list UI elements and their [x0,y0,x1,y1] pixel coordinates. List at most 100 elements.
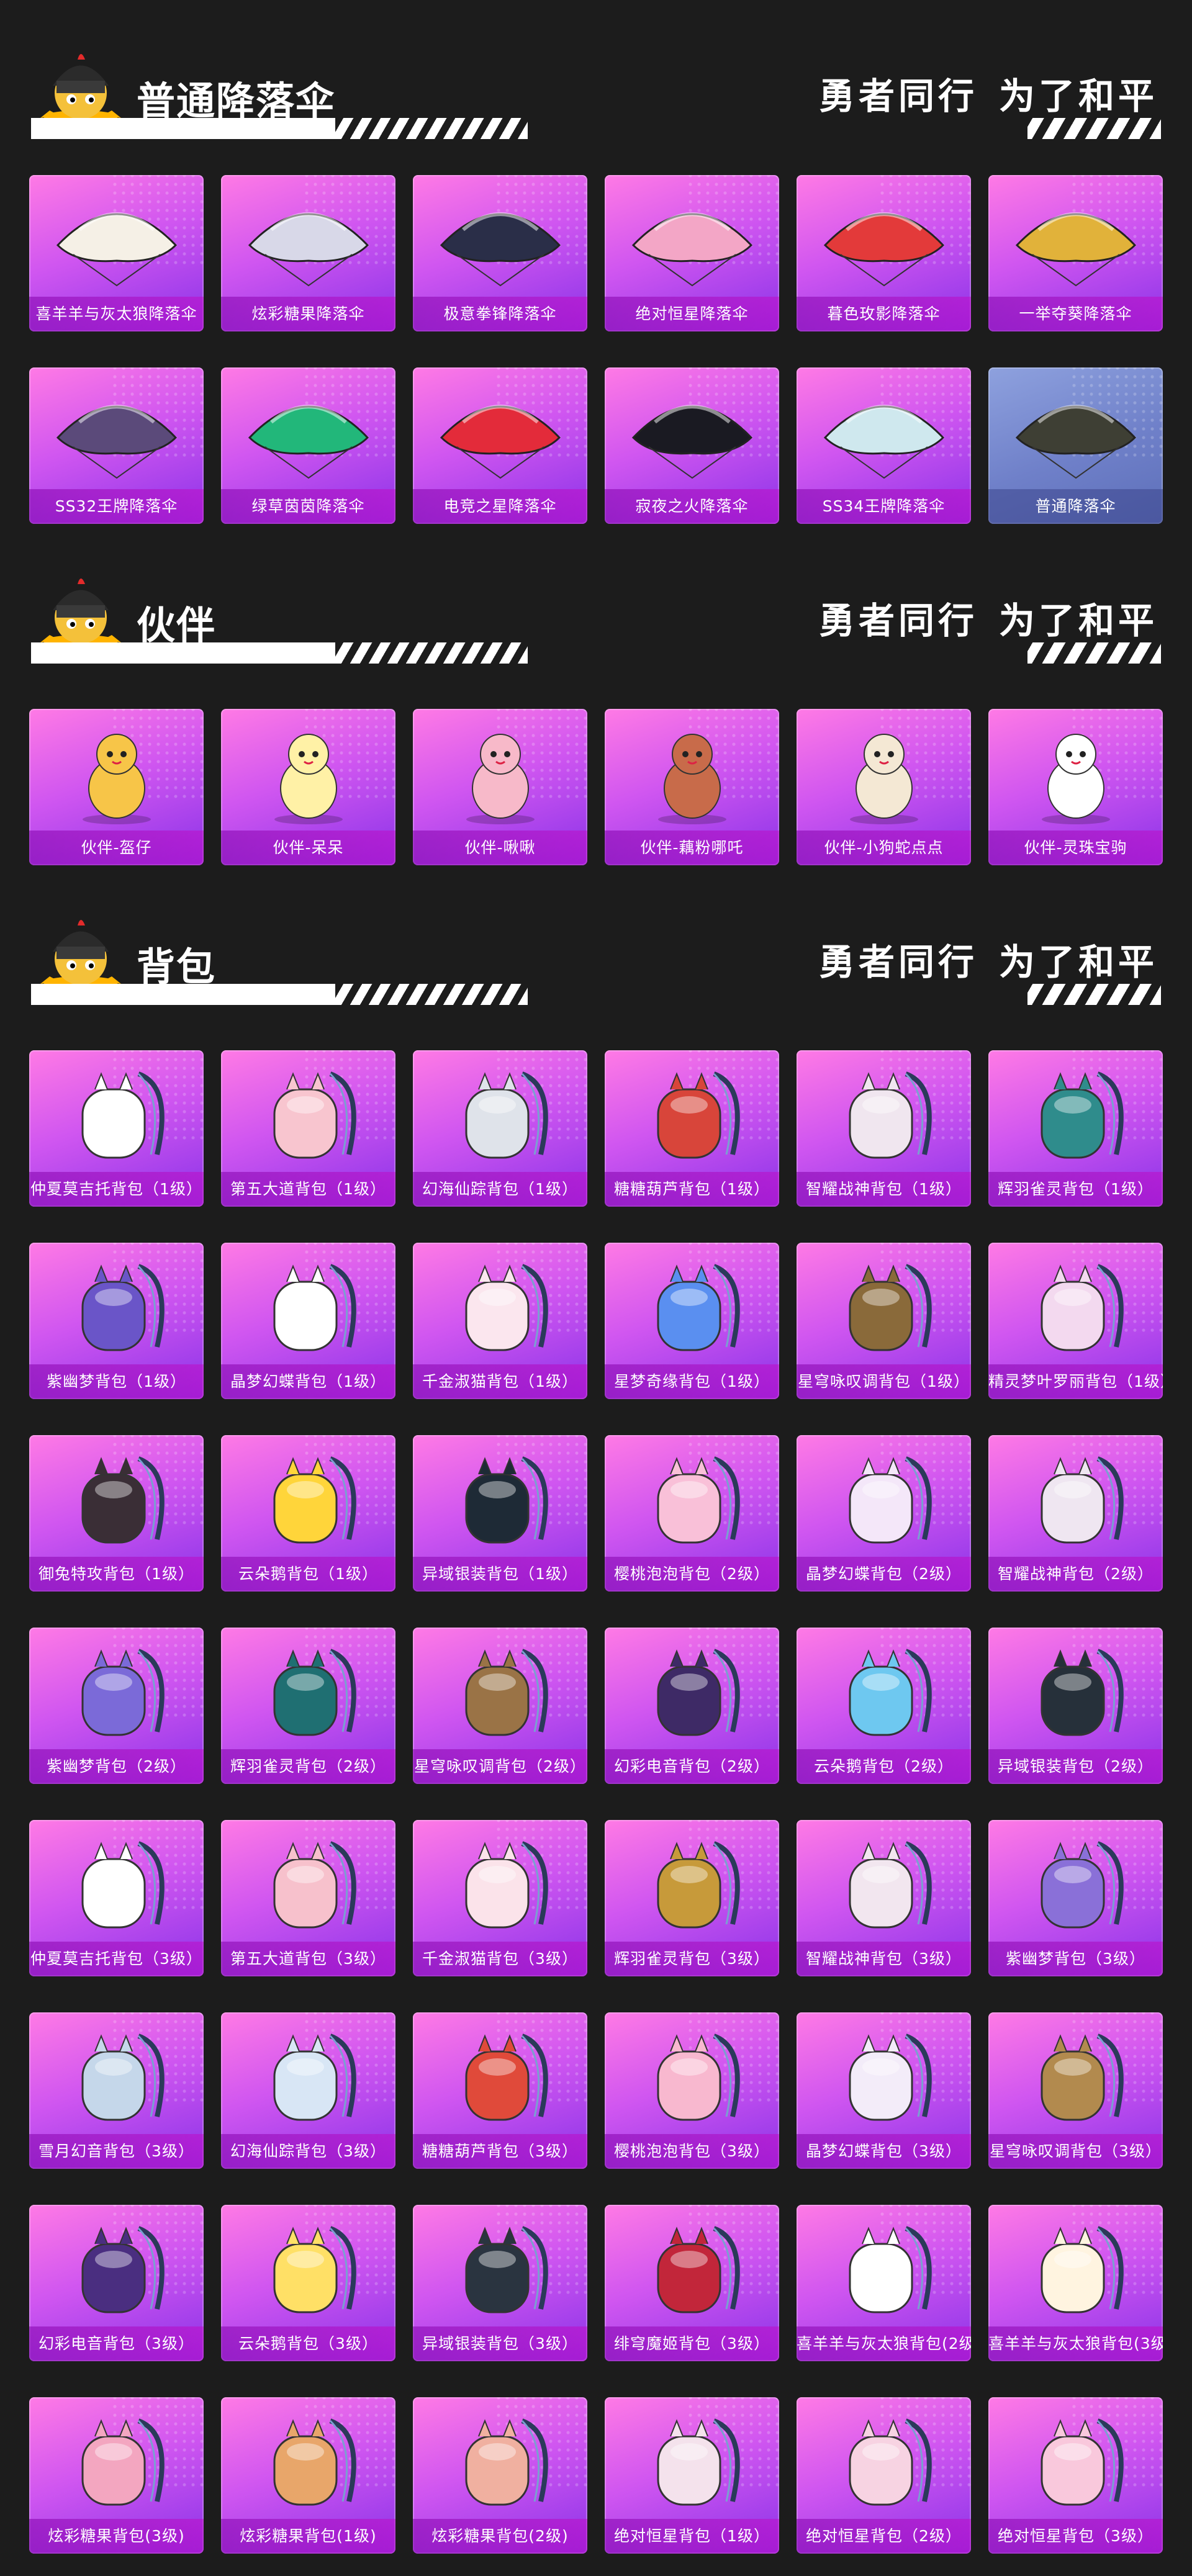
item-card[interactable]: 炫彩糖果背包(3级) [29,2397,204,2554]
item-label: 千金淑猫背包（1级） [413,1364,587,1399]
item-card[interactable]: 晶梦幻蝶背包（1级） [221,1243,395,1399]
item-card[interactable]: 绝对恒星背包（3级） [988,2397,1163,2554]
item-card[interactable]: 晶梦幻蝶背包（3级） [797,2012,971,2169]
backpack-icon [657,1456,740,1544]
item-card[interactable]: 辉羽雀灵背包（2级） [221,1628,395,1784]
item-card[interactable]: 绝对恒星降落伞 [605,175,779,331]
parachute-icon [631,405,752,479]
item-card[interactable]: 紫幽梦背包（1级） [29,1243,204,1399]
backpack-icon [81,2418,165,2506]
item-card[interactable]: 异域银装背包（2级） [988,1628,1163,1784]
item-card[interactable]: 电竞之星降落伞 [413,367,587,524]
item-card[interactable]: 星穹咏叹调背包（2级） [413,1628,587,1784]
item-card[interactable]: 伙伴-小狗蛇点点 [797,709,971,865]
header-stripe [31,642,528,664]
item-card[interactable]: 仲夏莫吉托背包（1级） [29,1050,204,1207]
parachute-icon [248,405,369,479]
item-label: 智耀战神背包（1级） [797,1172,971,1207]
item-card[interactable]: 云朵鹅背包（3级） [221,2205,395,2361]
backpack-icon [1041,1841,1124,1929]
backpack-icon [849,2033,932,2121]
item-card[interactable]: 糖糖葫芦背包（1级） [605,1050,779,1207]
item-card[interactable]: 紫幽梦背包（3级） [988,1820,1163,1976]
item-label: 辉羽雀灵背包（1级） [988,1172,1163,1207]
item-card[interactable]: 炫彩糖果背包(1级) [221,2397,395,2554]
backpack-icon [81,1456,165,1544]
backpack-icon [1041,2418,1124,2506]
item-card[interactable]: 第五大道背包（1级） [221,1050,395,1207]
item-card[interactable]: 伙伴-藕粉哪吒 [605,709,779,865]
item-card[interactable]: 智耀战神背包（1级） [797,1050,971,1207]
item-card[interactable]: 伙伴-啾啾 [413,709,587,865]
item-card[interactable]: 紫幽梦背包（2级） [29,1628,204,1784]
backpack-icon [849,1649,932,1736]
item-card[interactable]: 星穹咏叹调背包（3级） [988,2012,1163,2169]
item-card[interactable]: 幻海仙踪背包（1级） [413,1050,587,1207]
item-card[interactable]: 喜羊羊与灰太狼背包(3级) [988,2205,1163,2361]
item-card[interactable]: 樱桃泡泡背包（2级） [605,1435,779,1592]
item-card[interactable]: 千金淑猫背包（3级） [413,1820,587,1976]
item-card[interactable]: 绝对恒星背包（2级） [797,2397,971,2554]
item-label: 云朵鹅背包（2级） [797,1749,971,1784]
item-card[interactable]: 雪月幻音背包（3级） [29,2012,204,2169]
item-card[interactable]: 绯穹魔姬背包（3级） [605,2205,779,2361]
item-label: 炫彩糖果背包(2级) [413,2519,587,2554]
item-card[interactable]: 精灵梦叶罗丽背包（1级） [988,1243,1163,1399]
item-label: 喜羊羊与灰太狼降落伞 [29,297,204,331]
item-card[interactable]: 第五大道背包（3级） [221,1820,395,1976]
item-card[interactable]: 智耀战神背包（3级） [797,1820,971,1976]
backpack-icon [1041,2033,1124,2121]
backpack-icon [657,1264,740,1351]
item-card[interactable]: 暮色玫影降落伞 [797,175,971,331]
item-label: 绝对恒星降落伞 [605,297,779,331]
item-card[interactable]: SS32王牌降落伞 [29,367,204,524]
item-card[interactable]: 极意拳锋降落伞 [413,175,587,331]
item-card[interactable]: 智耀战神背包（2级） [988,1435,1163,1592]
item-card[interactable]: 绿草茵茵降落伞 [221,367,395,524]
item-card[interactable]: 仲夏莫吉托背包（3级） [29,1820,204,1976]
item-card[interactable]: 幻彩电音背包（2级） [605,1628,779,1784]
item-label: 喜羊羊与灰太狼背包(2级) [797,2326,971,2361]
item-card[interactable]: 云朵鹅背包（2级） [797,1628,971,1784]
item-card[interactable]: 炫彩糖果背包(2级) [413,2397,587,2554]
item-card[interactable]: 御兔特攻背包（1级） [29,1435,204,1592]
item-label: 伙伴-小狗蛇点点 [797,831,971,865]
item-card[interactable]: 星穹咏叹调背包（1级） [797,1243,971,1399]
parachute-icon [823,212,944,287]
item-card[interactable]: 辉羽雀灵背包（1级） [988,1050,1163,1207]
item-card[interactable]: 普通降落伞 [988,367,1163,524]
item-card[interactable]: 幻海仙踪背包（3级） [221,2012,395,2169]
item-card[interactable]: 千金淑猫背包（1级） [413,1243,587,1399]
item-label: 仲夏莫吉托背包（1级） [29,1172,204,1207]
item-card[interactable]: 辉羽雀灵背包（3级） [605,1820,779,1976]
item-card[interactable]: SS34王牌降落伞 [797,367,971,524]
item-card[interactable]: 幻彩电音背包（3级） [29,2205,204,2361]
item-card[interactable]: 樱桃泡泡背包（3级） [605,2012,779,2169]
item-label: 晶梦幻蝶背包（2级） [797,1557,971,1592]
item-label: 伙伴-盔仔 [29,831,204,865]
item-card[interactable]: 炫彩糖果降落伞 [221,175,395,331]
item-label: 异域银装背包（3级） [413,2326,587,2361]
item-card[interactable]: 星梦奇缘背包（1级） [605,1243,779,1399]
item-label: 紫幽梦背包（2级） [29,1749,204,1784]
item-card[interactable]: 云朵鹅背包（1级） [221,1435,395,1592]
item-card[interactable]: 喜羊羊与灰太狼背包(2级) [797,2205,971,2361]
item-label: 绝对恒星背包（2级） [797,2519,971,2554]
item-card[interactable]: 伙伴-呆呆 [221,709,395,865]
buddy-icon [274,734,343,824]
item-card[interactable]: 伙伴-灵珠宝驹 [988,709,1163,865]
item-card[interactable]: 异域银装背包（3级） [413,2205,587,2361]
item-card[interactable]: 喜羊羊与灰太狼降落伞 [29,175,204,331]
item-label: 辉羽雀灵背包（3级） [605,1942,779,1976]
buddy-icon [849,734,918,824]
item-card[interactable]: 异域银装背包（1级） [413,1435,587,1592]
item-card[interactable]: 绝对恒星背包（1级） [605,2397,779,2554]
item-card[interactable]: 伙伴-盔仔 [29,709,204,865]
backpack-icon [1041,1649,1124,1736]
item-card[interactable]: 寂夜之火降落伞 [605,367,779,524]
parachute-grid: 喜羊羊与灰太狼降落伞 炫彩糖果降落伞 极意拳锋降落伞 绝对恒星降落伞 暮色玫影降… [29,175,1163,524]
item-card[interactable]: 糖糖葫芦背包（3级） [413,2012,587,2169]
item-card[interactable]: 一举夺葵降落伞 [988,175,1163,331]
item-label: 星穹咏叹调背包（3级） [988,2134,1163,2169]
item-card[interactable]: 晶梦幻蝶背包（2级） [797,1435,971,1592]
